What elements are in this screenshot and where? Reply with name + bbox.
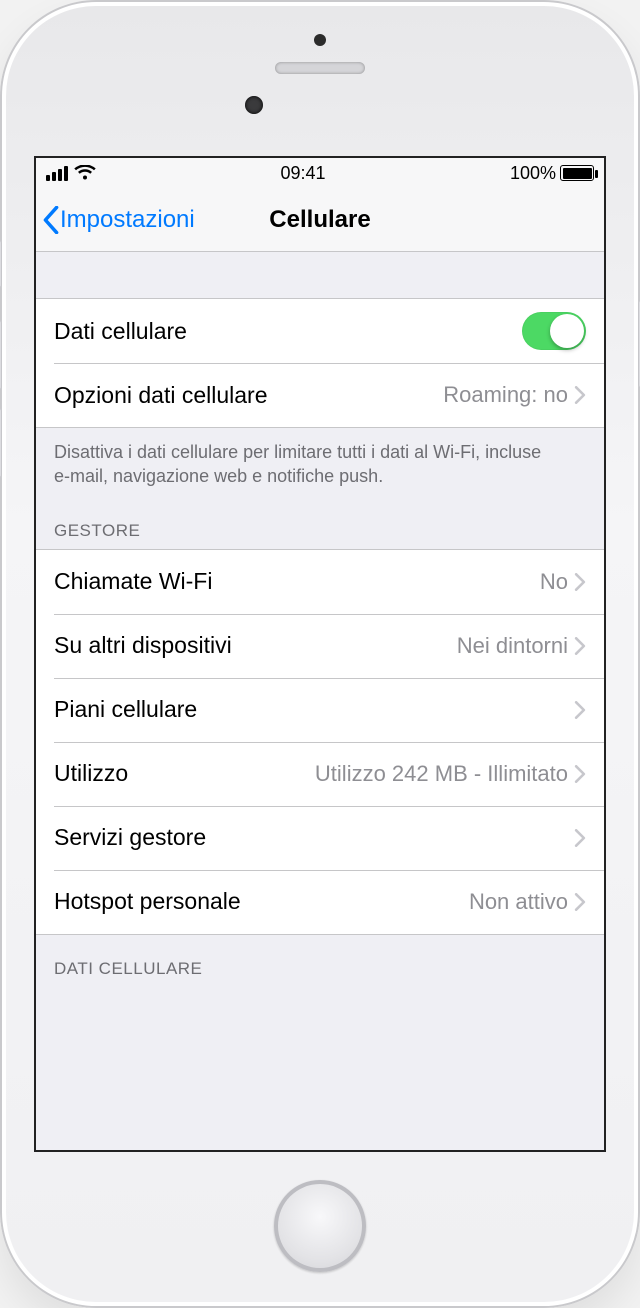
back-button[interactable]: Impostazioni	[42, 188, 195, 251]
usage-value: Utilizzo 242 MB - Illimitato	[315, 761, 574, 787]
wifi-calling-value: No	[540, 569, 574, 595]
page-title: Cellulare	[269, 206, 370, 234]
row-wifi-calling[interactable]: Chiamate Wi-Fi No	[36, 550, 604, 614]
section-cellular-main: Dati cellulare Opzioni dati cellulare Ro…	[36, 298, 604, 428]
row-personal-hotspot[interactable]: Hotspot personale Non attivo	[36, 870, 604, 934]
back-label: Impostazioni	[60, 206, 195, 234]
cellular-options-label: Opzioni dati cellulare	[54, 382, 443, 409]
other-devices-value: Nei dintorni	[457, 633, 574, 659]
chevron-right-icon	[574, 829, 586, 847]
cellular-footer-note: Disattiva i dati cellulare per limitare …	[36, 428, 604, 497]
section-header-cellular-data: DATI CELLULARE	[36, 935, 604, 987]
section-carrier: Chiamate Wi-Fi No Su altri dispositivi N…	[36, 549, 604, 935]
iphone-device-frame: 09:41 100% Impostazioni Cellulare Dati c…	[0, 0, 640, 1308]
mute-switch	[0, 240, 2, 288]
wifi-calling-label: Chiamate Wi-Fi	[54, 568, 540, 595]
cellular-data-label: Dati cellulare	[54, 318, 522, 345]
cellular-plans-label: Piani cellulare	[54, 696, 574, 723]
cellular-signal-icon	[46, 166, 68, 181]
row-usage[interactable]: Utilizzo Utilizzo 242 MB - Illimitato	[36, 742, 604, 806]
earpiece-speaker	[275, 62, 365, 74]
proximity-sensor	[314, 34, 326, 46]
cellular-options-value: Roaming: no	[443, 382, 574, 408]
row-carrier-services[interactable]: Servizi gestore	[36, 806, 604, 870]
row-other-devices[interactable]: Su altri dispositivi Nei dintorni	[36, 614, 604, 678]
other-devices-label: Su altri dispositivi	[54, 632, 457, 659]
chevron-right-icon	[574, 637, 586, 655]
section-header-carrier: GESTORE	[36, 497, 604, 549]
battery-indicator: 100%	[510, 163, 594, 184]
row-cellular-plans[interactable]: Piani cellulare	[36, 678, 604, 742]
personal-hotspot-label: Hotspot personale	[54, 888, 469, 915]
status-time: 09:41	[280, 163, 325, 184]
battery-icon	[560, 165, 594, 181]
wifi-icon	[74, 165, 96, 181]
row-cellular-options[interactable]: Opzioni dati cellulare Roaming: no	[36, 363, 604, 427]
front-camera	[245, 96, 263, 114]
row-cellular-data[interactable]: Dati cellulare	[36, 299, 604, 363]
status-bar: 09:41 100%	[36, 158, 604, 188]
personal-hotspot-value: Non attivo	[469, 889, 574, 915]
screen: 09:41 100% Impostazioni Cellulare Dati c…	[34, 156, 606, 1152]
cellular-data-toggle[interactable]	[522, 312, 586, 350]
home-button[interactable]	[274, 1180, 366, 1272]
chevron-right-icon	[574, 573, 586, 591]
content-area: Dati cellulare Opzioni dati cellulare Ro…	[36, 252, 604, 1150]
chevron-right-icon	[574, 701, 586, 719]
chevron-right-icon	[574, 765, 586, 783]
chevron-right-icon	[574, 386, 586, 404]
navigation-bar: Impostazioni Cellulare	[36, 188, 604, 252]
chevron-left-icon	[42, 206, 60, 234]
volume-up-button	[0, 320, 2, 390]
battery-percent: 100%	[510, 163, 556, 184]
usage-label: Utilizzo	[54, 760, 315, 787]
carrier-services-label: Servizi gestore	[54, 824, 574, 851]
volume-down-button	[0, 408, 2, 478]
chevron-right-icon	[574, 893, 586, 911]
